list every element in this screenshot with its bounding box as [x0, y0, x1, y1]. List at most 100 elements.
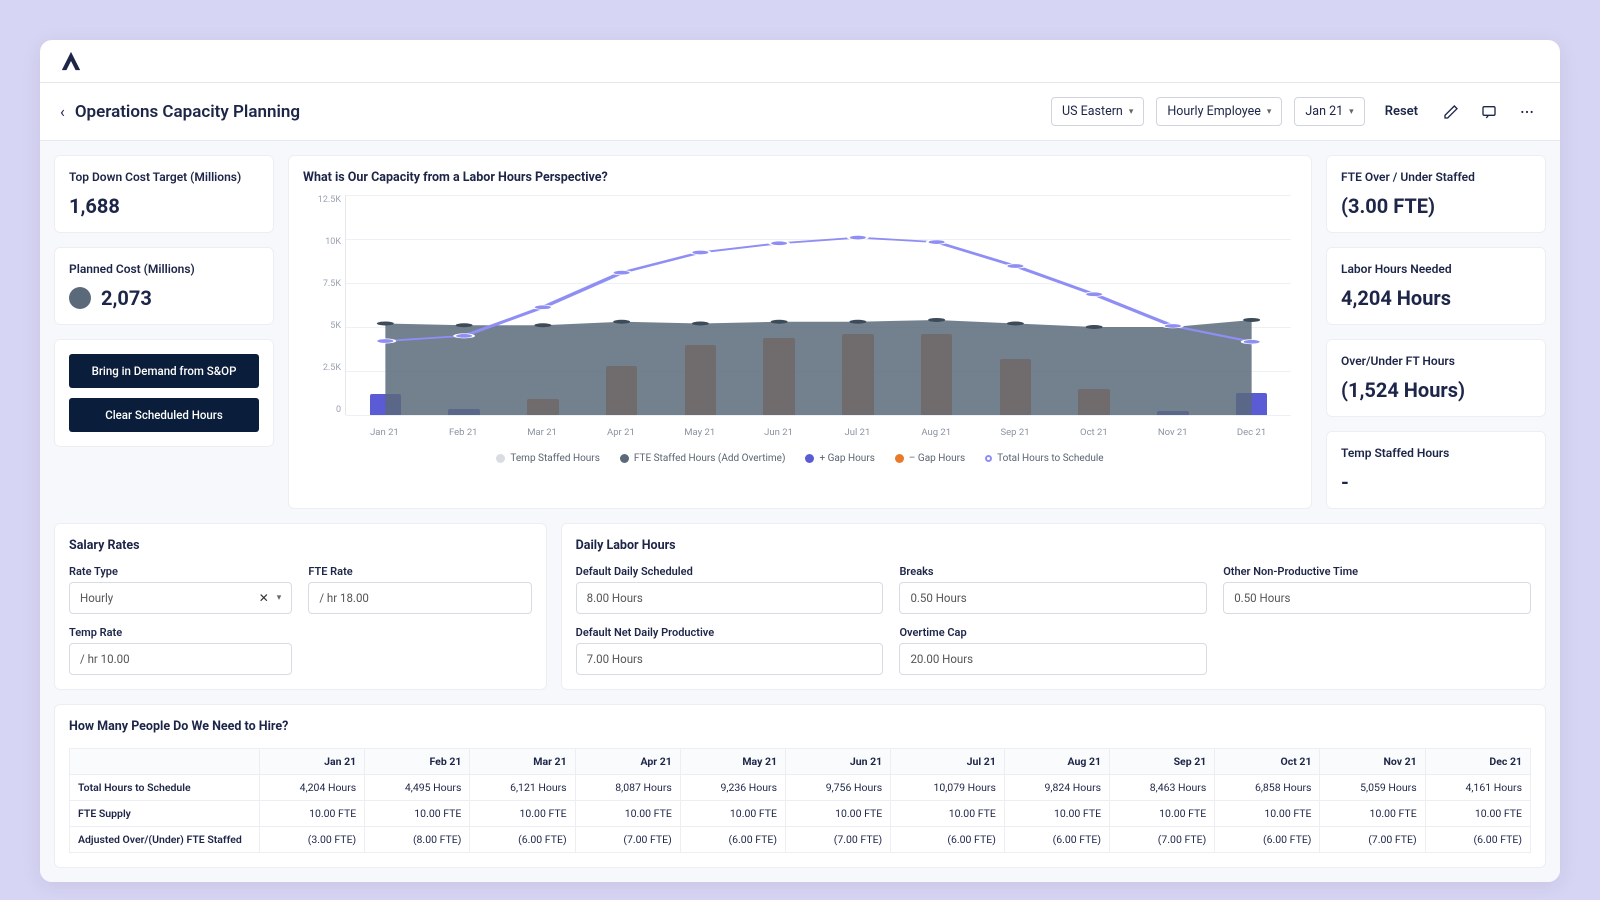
- inputs-row: Salary Rates Rate Type Hourly ✕ ▾: [54, 523, 1546, 690]
- filter-employee-type-label: Hourly Employee: [1167, 104, 1260, 119]
- table-row-header: Total Hours to Schedule: [70, 775, 260, 801]
- table-cell[interactable]: 5,059 Hours: [1320, 775, 1425, 801]
- table-cell[interactable]: 10.00 FTE: [1110, 801, 1215, 827]
- legend-item: + Gap Hours: [805, 453, 874, 464]
- field-label: Rate Type: [69, 565, 292, 578]
- default-daily-scheduled-input[interactable]: 8.00 Hours: [576, 582, 884, 614]
- table-cell[interactable]: 4,495 Hours: [365, 775, 470, 801]
- filter-region-dropdown[interactable]: US Eastern ▾: [1051, 97, 1144, 126]
- table-cell[interactable]: 9,756 Hours: [786, 775, 891, 801]
- table-col-header: Jan 21: [260, 749, 365, 775]
- table-cell[interactable]: 8,087 Hours: [575, 775, 680, 801]
- table-cell[interactable]: (3.00 FTE): [260, 827, 365, 853]
- table-cell[interactable]: (6.00 FTE): [1215, 827, 1320, 853]
- filter-period-label: Jan 21: [1305, 104, 1343, 119]
- table-cell[interactable]: (6.00 FTE): [1425, 827, 1530, 853]
- table-cell[interactable]: 6,858 Hours: [1215, 775, 1320, 801]
- table-cell[interactable]: (7.00 FTE): [575, 827, 680, 853]
- table-cell[interactable]: 10.00 FTE: [470, 801, 575, 827]
- bar-neg-gap: [842, 334, 874, 415]
- table-col-header: Jul 21: [891, 749, 1005, 775]
- overtime-cap-input[interactable]: 20.00 Hours: [899, 643, 1207, 675]
- filter-region-label: US Eastern: [1062, 104, 1123, 119]
- table-col-header: Mar 21: [470, 749, 575, 775]
- table-cell[interactable]: 9,824 Hours: [1004, 775, 1109, 801]
- kpi-value: (1,524 Hours): [1341, 378, 1531, 402]
- chart-y-axis: 12.5K10K7.5K5K2.5K0: [303, 195, 341, 415]
- table-cell[interactable]: 10.00 FTE: [786, 801, 891, 827]
- table-cell[interactable]: 4,161 Hours: [1425, 775, 1530, 801]
- table-cell[interactable]: (6.00 FTE): [1004, 827, 1109, 853]
- table-col-header: Nov 21: [1320, 749, 1425, 775]
- filter-employee-type-dropdown[interactable]: Hourly Employee ▾: [1156, 97, 1282, 126]
- kpi-top-down-cost: Top Down Cost Target (Millions) 1,688: [54, 155, 274, 233]
- table-cell[interactable]: (6.00 FTE): [680, 827, 785, 853]
- more-icon[interactable]: [1514, 99, 1540, 125]
- kpi-labor-hours-needed: Labor Hours Needed 4,204 Hours: [1326, 247, 1546, 325]
- table-cell[interactable]: 10.00 FTE: [365, 801, 470, 827]
- field-label: Overtime Cap: [899, 626, 1207, 639]
- table-cell[interactable]: (6.00 FTE): [470, 827, 575, 853]
- back-chevron-icon[interactable]: ‹: [60, 102, 65, 121]
- table-cell[interactable]: 10.00 FTE: [260, 801, 365, 827]
- page-title: Operations Capacity Planning: [75, 102, 300, 122]
- bar-pos-gap: [448, 409, 480, 415]
- x-tick: Mar 21: [503, 419, 582, 445]
- table-col-header: Jun 21: [786, 749, 891, 775]
- chart-plot: [345, 195, 1291, 415]
- bar-pos-gap: [1236, 393, 1268, 415]
- right-column: FTE Over / Under Staffed (3.00 FTE) Labo…: [1326, 155, 1546, 509]
- net-daily-productive-input[interactable]: 7.00 Hours: [576, 643, 884, 675]
- edit-icon[interactable]: [1438, 99, 1464, 125]
- other-nonproductive-input[interactable]: 0.50 Hours: [1223, 582, 1531, 614]
- table-cell[interactable]: 6,121 Hours: [470, 775, 575, 801]
- kpi-value: 4,204 Hours: [1341, 286, 1531, 310]
- comment-icon[interactable]: [1476, 99, 1502, 125]
- table-cell[interactable]: 8,463 Hours: [1110, 775, 1215, 801]
- fte-rate-input[interactable]: / hr 18.00: [308, 582, 531, 614]
- bring-demand-button[interactable]: Bring in Demand from S&OP: [69, 354, 259, 388]
- table-cell[interactable]: (8.00 FTE): [365, 827, 470, 853]
- table-cell[interactable]: (7.00 FTE): [1110, 827, 1215, 853]
- table-cell[interactable]: 10.00 FTE: [1215, 801, 1320, 827]
- filter-period-dropdown[interactable]: Jan 21 ▾: [1294, 97, 1364, 126]
- table-cell[interactable]: 10.00 FTE: [891, 801, 1005, 827]
- table-cell[interactable]: 10.00 FTE: [575, 801, 680, 827]
- table-col-header: Sep 21: [1110, 749, 1215, 775]
- table-cell[interactable]: 9,236 Hours: [680, 775, 785, 801]
- bar-neg-gap: [527, 399, 559, 415]
- rate-type-select[interactable]: Hourly ✕ ▾: [69, 582, 292, 614]
- chevron-down-icon: ▾: [1129, 107, 1134, 117]
- breaks-input[interactable]: 0.50 Hours: [899, 582, 1207, 614]
- y-tick: 7.5K: [303, 279, 341, 289]
- rate-type-value: Hourly: [80, 591, 113, 605]
- chevron-down-icon: ▾: [277, 593, 282, 603]
- temp-rate-value: / hr 10.00: [80, 652, 130, 666]
- y-tick: 10K: [303, 237, 341, 247]
- kpi-value: 2,073: [101, 286, 152, 310]
- table-cell[interactable]: 10.00 FTE: [1425, 801, 1530, 827]
- table-cell[interactable]: (6.00 FTE): [891, 827, 1005, 853]
- table-cell[interactable]: (7.00 FTE): [786, 827, 891, 853]
- kpi-fte-over-under: FTE Over / Under Staffed (3.00 FTE): [1326, 155, 1546, 233]
- table-cell[interactable]: (7.00 FTE): [1320, 827, 1425, 853]
- kpi-label: Over/Under FT Hours: [1341, 354, 1531, 368]
- temp-rate-input[interactable]: / hr 10.00: [69, 643, 292, 675]
- x-tick: May 21: [660, 419, 739, 445]
- table-cell[interactable]: 10.00 FTE: [680, 801, 785, 827]
- kpi-label: Planned Cost (Millions): [69, 262, 259, 276]
- kpi-label: Labor Hours Needed: [1341, 262, 1531, 276]
- section-title: Salary Rates: [69, 538, 532, 553]
- table-cell[interactable]: 10.00 FTE: [1004, 801, 1109, 827]
- brand-logo: [60, 50, 82, 72]
- chart-title: What is Our Capacity from a Labor Hours …: [303, 170, 1297, 185]
- clear-icon[interactable]: ✕: [259, 591, 269, 605]
- table-cell[interactable]: 10.00 FTE: [1320, 801, 1425, 827]
- table-cell[interactable]: 10,079 Hours: [891, 775, 1005, 801]
- section-title: Daily Labor Hours: [576, 538, 1531, 553]
- table-cell[interactable]: 4,204 Hours: [260, 775, 365, 801]
- clear-scheduled-hours-button[interactable]: Clear Scheduled Hours: [69, 398, 259, 432]
- hiring-table-card: How Many People Do We Need to Hire? Jan …: [54, 704, 1546, 868]
- reset-button[interactable]: Reset: [1377, 98, 1426, 125]
- table-row-header: Adjusted Over/(Under) FTE Staffed: [70, 827, 260, 853]
